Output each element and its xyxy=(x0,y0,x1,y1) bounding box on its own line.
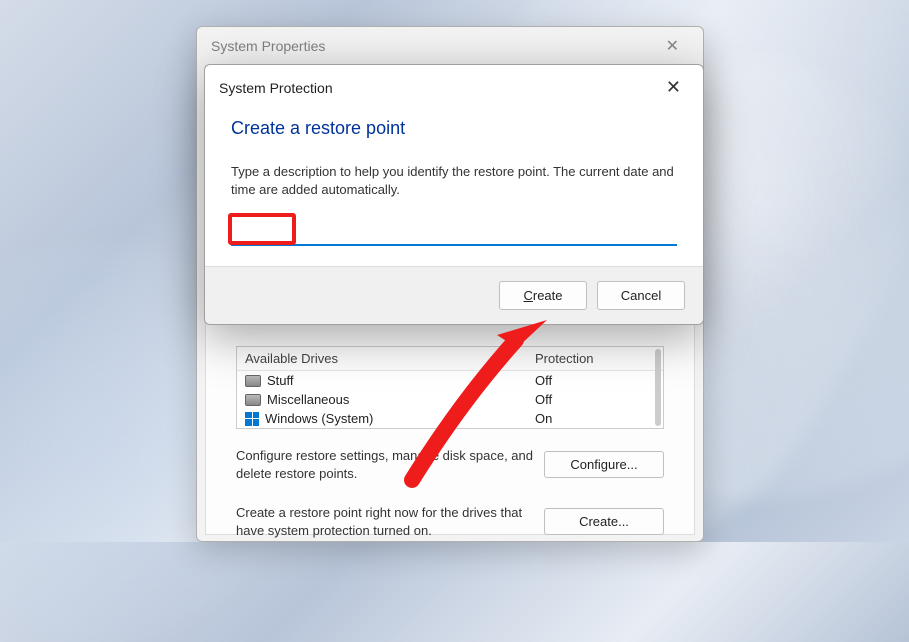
column-header-drives: Available Drives xyxy=(245,351,535,366)
close-icon[interactable]: ✕ xyxy=(658,75,689,100)
drive-name: Miscellaneous xyxy=(267,392,535,407)
input-container xyxy=(205,207,703,266)
column-header-protection: Protection xyxy=(535,351,655,366)
parent-window-title: System Properties xyxy=(211,38,325,54)
table-row[interactable]: Miscellaneous Off xyxy=(237,390,663,409)
drives-header: Available Drives Protection xyxy=(237,347,663,371)
drive-protection: On xyxy=(535,411,655,426)
create-restore-point-button[interactable]: Create... xyxy=(544,508,664,535)
configure-section: Configure restore settings, manage disk … xyxy=(236,447,664,482)
create-section: Create a restore point right now for the… xyxy=(236,504,664,539)
disk-icon xyxy=(245,394,261,406)
modal-title: System Protection xyxy=(219,80,333,96)
table-row[interactable]: Stuff Off xyxy=(237,371,663,390)
windows-icon xyxy=(245,412,259,426)
create-button[interactable]: Create xyxy=(499,281,587,310)
drives-listbox[interactable]: Available Drives Protection Stuff Off Mi… xyxy=(236,346,664,429)
modal-description: Type a description to help you identify … xyxy=(205,149,703,207)
create-description: Create a restore point right now for the… xyxy=(236,504,534,539)
cancel-button[interactable]: Cancel xyxy=(597,281,685,310)
drive-name: Stuff xyxy=(267,373,535,388)
modal-titlebar: System Protection ✕ xyxy=(205,65,703,104)
parent-titlebar: System Properties ✕ xyxy=(197,27,703,65)
configure-button[interactable]: Configure... xyxy=(544,451,664,478)
disk-icon xyxy=(245,375,261,387)
restore-point-description-input[interactable] xyxy=(231,221,677,246)
scrollbar[interactable] xyxy=(655,349,661,426)
drive-protection: Off xyxy=(535,373,655,388)
system-protection-dialog: System Protection ✕ Create a restore poi… xyxy=(204,64,704,325)
configure-description: Configure restore settings, manage disk … xyxy=(236,447,534,482)
drive-protection: Off xyxy=(535,392,655,407)
drive-name: Windows (System) xyxy=(265,411,535,426)
close-icon[interactable]: ✕ xyxy=(656,32,689,60)
modal-heading: Create a restore point xyxy=(205,104,703,149)
table-row[interactable]: Windows (System) On xyxy=(237,409,663,428)
modal-footer: Create Cancel xyxy=(205,266,703,324)
